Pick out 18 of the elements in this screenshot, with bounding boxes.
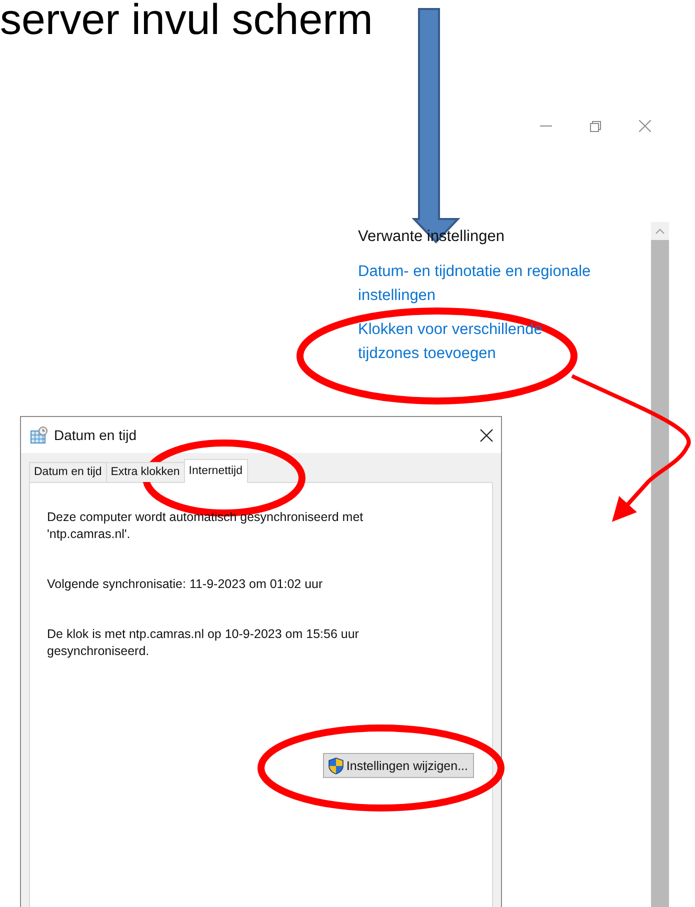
minimize-icon[interactable] xyxy=(540,125,552,127)
info-text: Volgende synchronisatie: 11-9-2023 om 01:02 uur xyxy=(47,576,323,593)
restore-icon[interactable] xyxy=(590,120,601,132)
tab[interactable]: Internettijd xyxy=(184,459,248,483)
dialog-title: Datum en tijd xyxy=(54,427,138,443)
shield-icon xyxy=(328,756,344,774)
tab[interactable]: Extra klokken xyxy=(106,462,185,482)
calendar-clock-icon xyxy=(30,426,48,444)
settings-link[interactable]: Datum- en tijdnotatie en regionale instellingen xyxy=(358,260,591,308)
info-text: Deze computer wordt automatisch gesynchroniseerd met 'ntp.camras.nl'. xyxy=(47,509,364,543)
tab[interactable]: Datum en tijd xyxy=(29,462,107,482)
settings-link[interactable]: Klokken voor verschillende tijdzones toevoegen xyxy=(358,318,591,366)
scroll-up-icon[interactable] xyxy=(655,228,665,234)
slide-title: server invul scherm xyxy=(0,0,373,44)
change-settings-button[interactable]: Instellingen wijzigen... xyxy=(323,753,474,778)
info-text: De klok is met ntp.camras.nl op 10-9-2023 om 15:56 uur gesynchroniseerd. xyxy=(47,626,359,660)
close-icon[interactable] xyxy=(480,428,493,442)
scrollbar[interactable] xyxy=(651,222,669,907)
